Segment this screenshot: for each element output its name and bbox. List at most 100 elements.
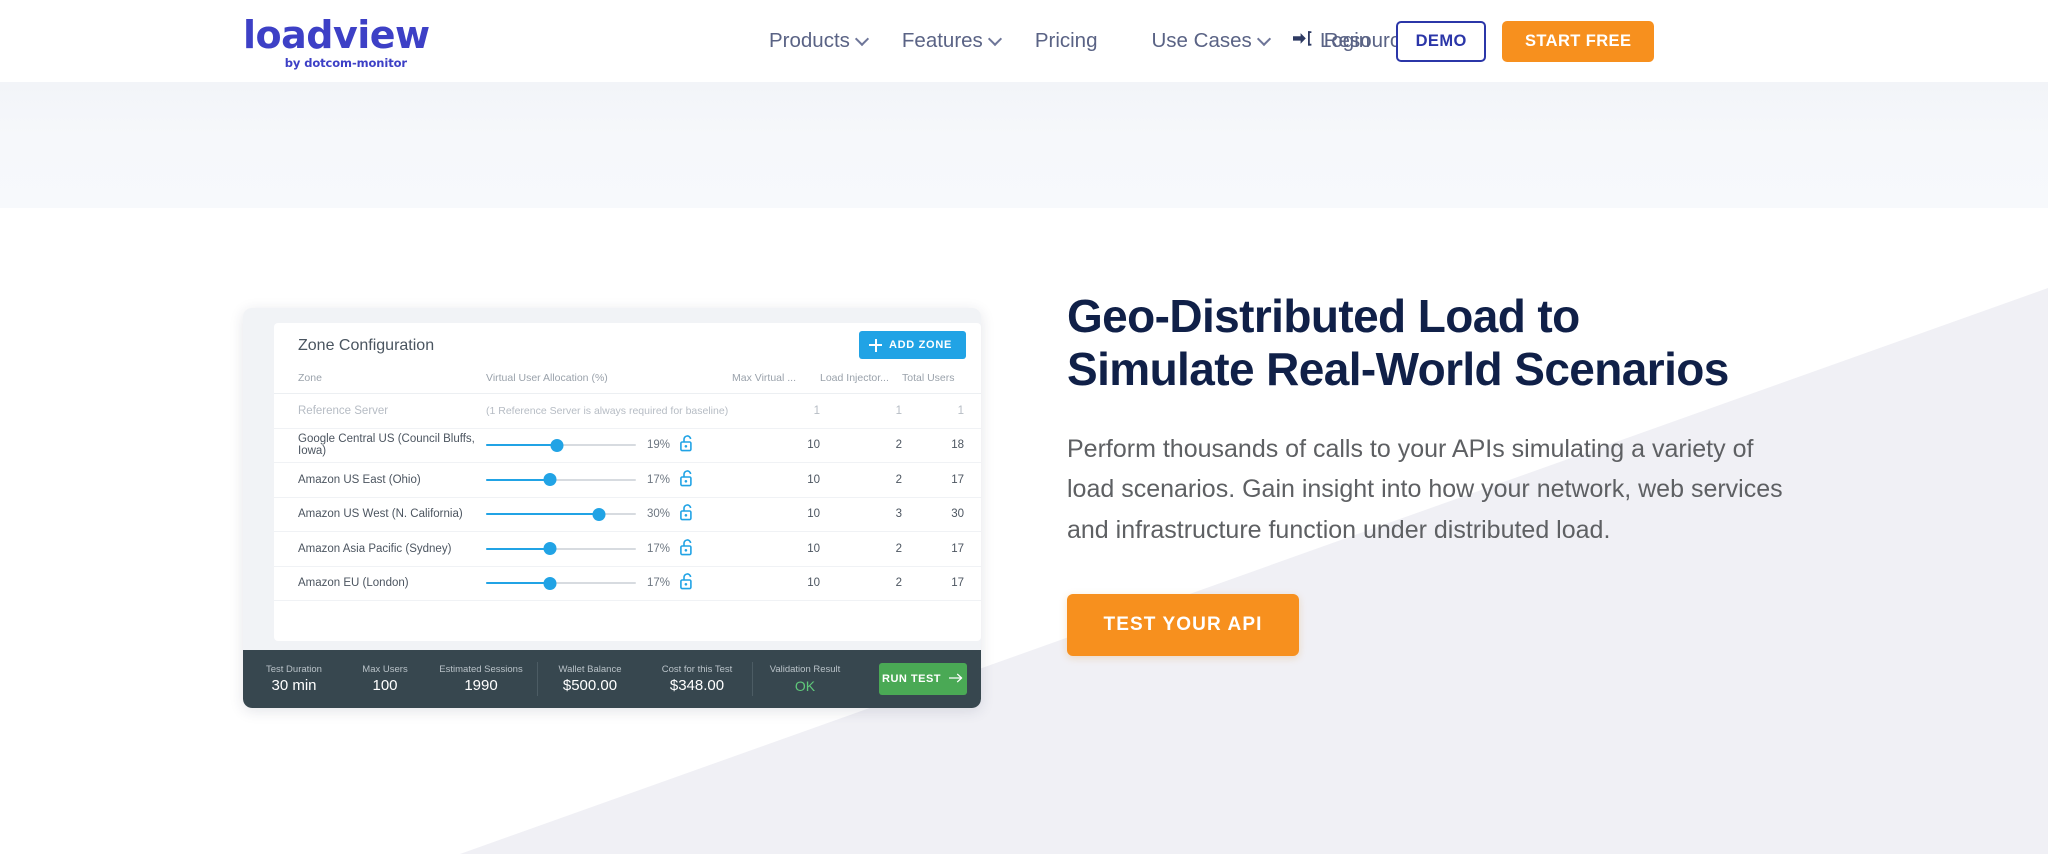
slider-fill <box>486 444 558 447</box>
run-test-button[interactable]: RUN TEST <box>879 663 967 695</box>
allocation-percent: 19% <box>646 439 670 452</box>
stat-label: Wallet Balance <box>558 663 622 675</box>
chevron-down-icon <box>990 34 1001 45</box>
run-test-label: RUN TEST <box>882 673 941 685</box>
stat-value: $348.00 <box>669 676 725 694</box>
zone-config-header: Zone Configuration ADD ZONE <box>274 323 981 369</box>
max-virtual-users: 10 <box>732 566 820 601</box>
zone-name: Amazon US East (Ohio) <box>274 462 486 498</box>
site-header: loadview by dotcom-monitor Products Feat… <box>0 0 2048 82</box>
stat-label: Estimated Sessions <box>439 663 523 675</box>
max-virtual-users: 10 <box>732 462 820 498</box>
max-virtual-users: 10 <box>732 428 820 463</box>
allocation-slider[interactable] <box>486 438 636 452</box>
table-row: Amazon US East (Ohio) 17% 10 2 17 <box>274 462 981 498</box>
logo-tagline: by dotcom-monitor <box>284 56 407 70</box>
unlock-icon[interactable] <box>680 469 695 490</box>
add-zone-button[interactable]: ADD ZONE <box>858 331 966 359</box>
zones-header-row: Zone Virtual User Allocation (%) Max Vir… <box>274 369 981 394</box>
total-users-value: 18 <box>902 428 981 463</box>
stat-value: 100 <box>372 676 398 694</box>
table-row: Amazon Asia Pacific (Sydney) 17% 10 2 17 <box>274 531 981 567</box>
load-injector-count: 3 <box>820 497 902 532</box>
test-your-api-button[interactable]: TEST YOUR API <box>1067 593 1299 656</box>
login-link[interactable]: Login <box>1293 29 1370 53</box>
stat-max-users: Max Users 100 <box>345 664 425 695</box>
plus-icon <box>868 338 882 352</box>
allocation-percent: 17% <box>646 473 670 486</box>
allocation-slider[interactable] <box>486 507 636 521</box>
logo[interactable]: loadview by dotcom-monitor <box>243 13 430 69</box>
slider-thumb[interactable] <box>543 473 557 487</box>
zones-table-head: Zone Virtual User Allocation (%) Max Vir… <box>274 369 981 394</box>
sign-in-icon <box>1293 29 1312 53</box>
col-header-total-users: Total Users <box>902 369 981 394</box>
col-header-allocation: Virtual User Allocation (%) <box>486 369 732 394</box>
stat-validation-result: Validation Result OK <box>753 664 857 694</box>
stat-label: Cost for this Test <box>661 663 733 675</box>
unlock-icon[interactable] <box>680 573 695 593</box>
nav-label-features: Features <box>901 29 983 52</box>
zone-name: Amazon EU (London) <box>274 566 486 601</box>
allocation-slider[interactable] <box>486 473 636 487</box>
nav-item-products[interactable]: Products <box>752 29 885 53</box>
total-users-value: 17 <box>902 566 981 601</box>
col-header-load-injector: Load Injector... <box>820 369 902 394</box>
allocation-percent: 30% <box>646 508 670 521</box>
load-injector-count: 2 <box>820 428 902 463</box>
reference-note: (1 Reference Server is always required f… <box>486 404 729 417</box>
slider-thumb[interactable] <box>543 542 557 556</box>
nav-label-use-cases: Use Cases <box>1151 29 1252 52</box>
unlock-icon[interactable] <box>680 538 695 559</box>
unlock-icon[interactable] <box>680 435 695 455</box>
headline-line-2: Simulate Real-World Scenarios <box>1067 343 1729 396</box>
zone-name: Amazon US West (N. California) <box>274 497 486 532</box>
page-title: Geo-Distributed Load to Simulate Real-Wo… <box>1067 290 1827 397</box>
stat-wallet-balance: Wallet Balance $500.00 <box>538 664 642 695</box>
header-actions: Login DEMO START FREE <box>1265 0 1655 82</box>
nav-item-use-cases[interactable]: Use Cases <box>1134 29 1286 53</box>
demo-button[interactable]: DEMO <box>1396 20 1487 62</box>
reference-max-virtual: 1 <box>732 393 820 429</box>
slider-fill <box>486 582 550 585</box>
col-header-max-virtual: Max Virtual ... <box>732 369 820 394</box>
zone-name: Amazon Asia Pacific (Sydney) <box>274 531 486 567</box>
max-virtual-users: 10 <box>732 531 820 567</box>
zones-table: Zone Virtual User Allocation (%) Max Vir… <box>274 369 981 601</box>
total-users-value: 17 <box>902 531 981 567</box>
allocation-cell: 17% <box>486 531 732 567</box>
start-free-button[interactable]: START FREE <box>1502 20 1655 62</box>
zone-config-title: Zone Configuration <box>298 337 435 354</box>
stat-value: 1990 <box>464 676 498 694</box>
nav-label-pricing: Pricing <box>1034 29 1098 52</box>
nav-label-products: Products <box>769 29 850 52</box>
hero-text-column: Geo-Distributed Load to Simulate Real-Wo… <box>1067 290 1827 656</box>
slider-thumb[interactable] <box>550 438 564 452</box>
reference-zone-name: Reference Server <box>274 393 486 429</box>
col-header-zone: Zone <box>274 369 486 394</box>
zone-name: Google Central US (Council Bluffs, Iowa) <box>274 428 486 463</box>
unlock-icon[interactable] <box>680 504 695 524</box>
stat-label: Test Duration <box>266 663 322 675</box>
slider-thumb[interactable] <box>592 507 605 521</box>
logo-wordmark: loadview <box>243 13 430 57</box>
slider-fill <box>486 478 550 481</box>
allocation-cell: 17% <box>486 566 732 601</box>
add-zone-label: ADD ZONE <box>888 339 952 351</box>
dashboard-frame: Zone Configuration ADD ZONE Zone Virtual… <box>243 308 981 708</box>
status-badge: OK <box>794 677 816 694</box>
hero-section: Zone Configuration ADD ZONE Zone Virtual… <box>0 0 2048 854</box>
load-injector-count: 2 <box>820 566 902 601</box>
allocation-slider[interactable] <box>486 542 636 556</box>
dashboard-screenshot: Zone Configuration ADD ZONE Zone Virtual… <box>243 308 981 708</box>
nav-item-pricing[interactable]: Pricing <box>1018 29 1115 53</box>
nav-item-features[interactable]: Features <box>885 29 1018 53</box>
allocation-slider[interactable] <box>486 576 636 590</box>
total-users-value: 17 <box>902 462 981 498</box>
table-row: Amazon EU (London) 17% 10 2 17 <box>274 566 981 601</box>
headline-line-1: Geo-Distributed Load to <box>1067 290 1580 342</box>
stat-value: 30 min <box>271 676 317 694</box>
slider-thumb[interactable] <box>543 576 557 590</box>
max-virtual-users: 10 <box>732 497 820 532</box>
reference-load-injector: 1 <box>820 393 902 429</box>
